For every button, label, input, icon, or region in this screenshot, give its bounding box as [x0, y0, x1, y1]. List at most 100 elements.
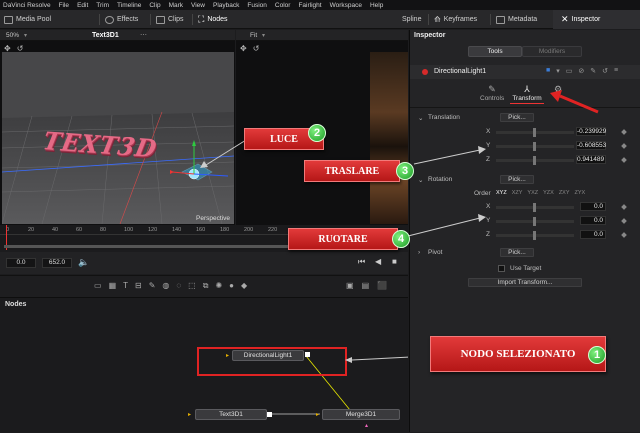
translation-y-field[interactable]: -0.608553 — [576, 141, 606, 150]
order-option[interactable]: ZXY — [559, 190, 570, 196]
chevron-down-icon[interactable]: ▾ — [262, 32, 265, 39]
node-name: DirectionalLight1 — [434, 68, 487, 75]
metadata-button[interactable]: Metadata — [496, 14, 537, 25]
menu-playback[interactable]: Playback — [213, 2, 239, 9]
translation-x-slider[interactable] — [496, 128, 574, 137]
menu-app[interactable]: DaVinci Resolve — [3, 2, 51, 9]
subtab-transform[interactable]: ⅄ Transform — [510, 84, 544, 104]
pin-icon[interactable]: ✎ — [590, 67, 596, 75]
background-tool-icon[interactable]: ▭ — [94, 281, 102, 291]
start-time-field[interactable]: 0.0 — [6, 258, 36, 268]
menu-timeline[interactable]: Timeline — [117, 2, 141, 9]
order-option[interactable]: XYZ — [496, 190, 507, 196]
camera3d-tool-icon[interactable]: ▣ — [346, 281, 354, 290]
menu-clip[interactable]: Clip — [149, 2, 160, 9]
rotation-x-field[interactable]: 0.0 — [580, 202, 606, 211]
effects-icon — [105, 15, 114, 24]
go-to-start-icon[interactable]: ⏮ — [358, 257, 365, 267]
keyframes-button[interactable]: ⟰ Keyframes — [434, 14, 477, 25]
inspector-toggle-button[interactable]: ✕ Inspector — [553, 10, 640, 29]
node-color-dot[interactable] — [422, 69, 428, 75]
rotation-y-slider[interactable] — [496, 217, 574, 226]
chevron-down-icon[interactable]: ▾ — [24, 32, 27, 39]
shape3d-tool-icon[interactable]: ◆ — [241, 281, 247, 291]
translation-x-field[interactable]: -0.239929 — [576, 127, 606, 136]
cube-tool-icon[interactable]: ⬛ — [377, 281, 387, 290]
subtab-controls[interactable]: ✎ Controls — [480, 84, 504, 102]
play-reverse-icon[interactable]: ◀ — [375, 257, 381, 266]
reset-icon[interactable]: ↺ — [602, 67, 608, 75]
subtab-settings-icon[interactable]: ⚙ — [550, 84, 566, 95]
menu-workspace[interactable]: Workspace — [330, 2, 362, 9]
keyframe-diamond-icon[interactable] — [621, 204, 627, 210]
volume-icon[interactable]: 🔈 — [78, 257, 89, 268]
nodes-panel[interactable]: Nodes DirectionalLight1 ▸ Text3D1 ▸ Merg… — [0, 297, 408, 432]
viewer-right-zoom[interactable]: Fit — [250, 32, 257, 39]
tab-modifiers[interactable]: Modifiers — [522, 46, 582, 57]
keyframe-diamond-icon[interactable] — [621, 157, 627, 163]
particle-tool-icon[interactable]: ● — [229, 281, 234, 291]
translation-pick-button[interactable]: Pick... — [500, 113, 534, 122]
lock-icon[interactable]: ⊘ — [578, 67, 584, 75]
pivot-pick-button[interactable]: Pick... — [500, 248, 534, 257]
text-tool-icon[interactable]: T — [123, 281, 128, 291]
viewer-options-icon[interactable]: ⋯ — [140, 31, 147, 39]
menu-edit[interactable]: Edit — [77, 2, 88, 9]
end-time-field[interactable]: 652.0 — [42, 258, 72, 268]
viewport-3d[interactable]: TEXT3D Perspective — [2, 52, 234, 224]
brush-tool-icon[interactable]: ⊟ — [135, 281, 142, 291]
menu-view[interactable]: View — [191, 2, 205, 9]
translation-z-field[interactable]: 0.941489 — [576, 155, 606, 164]
tab-tools[interactable]: Tools — [468, 46, 522, 57]
media-pool-button[interactable]: Media Pool — [4, 14, 51, 25]
render3d-tool-icon[interactable]: ▤ — [362, 281, 370, 290]
rotation-y-field[interactable]: 0.0 — [580, 216, 606, 225]
pen-tool-icon[interactable]: ✎ — [149, 281, 156, 291]
rotation-z-field[interactable]: 0.0 — [580, 230, 606, 239]
polygon-tool-icon[interactable]: ◍ — [162, 281, 169, 291]
use-target-checkbox[interactable] — [498, 265, 505, 272]
color-swatch-icon[interactable]: ■ — [546, 67, 550, 75]
import-transform-button[interactable]: Import Transform... — [468, 278, 582, 287]
spline-button[interactable]: Spline — [402, 14, 421, 25]
rotation-pick-button[interactable]: Pick... — [500, 175, 534, 184]
clips-button[interactable]: Clips — [156, 14, 184, 25]
chevron-down-icon[interactable]: ⌄ — [418, 176, 423, 184]
chevron-right-icon[interactable]: › — [418, 249, 420, 256]
menu-fairlight[interactable]: Fairlight — [298, 2, 321, 9]
paint-tool-icon[interactable]: ▦ — [109, 281, 117, 291]
effects-button[interactable]: Effects — [105, 14, 138, 25]
keyframe-diamond-icon[interactable] — [621, 232, 627, 238]
menu-file[interactable]: File — [59, 2, 69, 9]
order-option[interactable]: YXZ — [527, 190, 538, 196]
tick-label: 60 — [76, 227, 83, 233]
menu-icon[interactable]: ≡ — [614, 67, 618, 75]
chevron-down-icon[interactable]: ⌄ — [418, 114, 423, 122]
menu-fusion[interactable]: Fusion — [247, 2, 267, 9]
translation-y-slider[interactable] — [496, 142, 574, 151]
keyframe-diamond-icon[interactable] — [621, 218, 627, 224]
reset-icon[interactable]: ↺ — [253, 44, 260, 53]
light-tool-icon[interactable]: ✺ — [215, 281, 222, 291]
rotation-z-slider[interactable] — [496, 231, 574, 240]
merge-tool-icon[interactable]: ⧉ — [203, 281, 209, 291]
bspline-tool-icon[interactable]: ◌ — [176, 281, 181, 291]
chevron-down-icon[interactable]: ▾ — [556, 67, 560, 75]
menu-trim[interactable]: Trim — [96, 2, 109, 9]
order-option[interactable]: XZY — [512, 190, 523, 196]
translation-z-slider[interactable] — [496, 156, 574, 165]
menu-help[interactable]: Help — [370, 2, 383, 9]
keyframe-diamond-icon[interactable] — [621, 143, 627, 149]
stop-icon[interactable]: ■ — [392, 257, 397, 266]
nodes-button[interactable]: ⛶ Nodes — [198, 14, 228, 25]
version-icon[interactable]: ▭ — [566, 67, 573, 75]
menu-color[interactable]: Color — [275, 2, 291, 9]
order-option[interactable]: YZX — [543, 190, 554, 196]
rotation-x-slider[interactable] — [496, 203, 574, 212]
order-option[interactable]: ZYX — [575, 190, 586, 196]
move-icon[interactable]: ✥ — [240, 44, 247, 53]
menu-mark[interactable]: Mark — [169, 2, 183, 9]
keyframe-diamond-icon[interactable] — [621, 129, 627, 135]
transform-tool-icon[interactable]: ⬚ — [188, 281, 196, 291]
viewer-left-zoom[interactable]: 50% — [6, 32, 19, 39]
